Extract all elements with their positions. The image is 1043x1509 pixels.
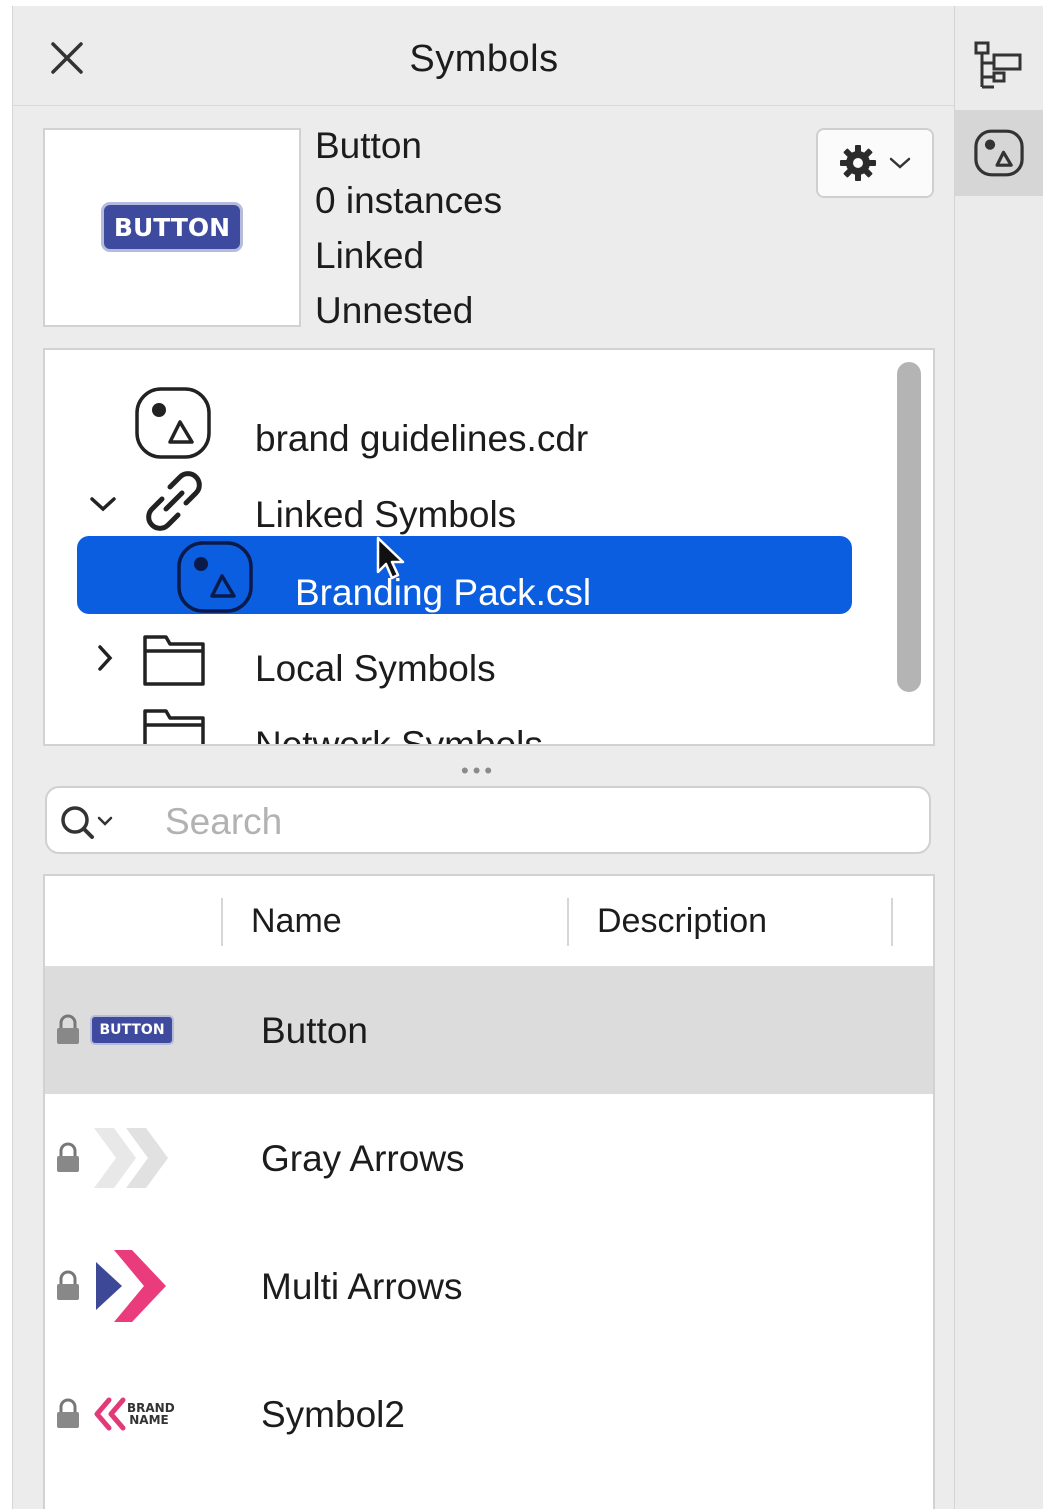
chevron-down-icon[interactable] (85, 486, 121, 522)
list-header: Name Description (45, 876, 933, 966)
tree-item-label[interactable]: Network Symbols (255, 724, 543, 744)
row-name: Gray Arrows (261, 1138, 465, 1179)
list-item[interactable]: BUTTON Button (45, 966, 933, 1094)
symbol-preview: BUTTON (43, 128, 301, 327)
symbols-docker-button[interactable] (955, 110, 1043, 196)
chevron-down-icon (889, 157, 911, 169)
link-status: Linked (315, 235, 425, 276)
folder-icon (141, 704, 207, 744)
column-header-name[interactable]: Name (251, 902, 342, 941)
chevron-right-icon[interactable] (93, 640, 117, 676)
objects-docker-button[interactable] (955, 26, 1043, 106)
list-item[interactable]: Gray Arrows (45, 1094, 933, 1222)
resize-handle[interactable]: ••• (461, 758, 496, 784)
panel-title: Symbols (409, 38, 559, 80)
tree-item-label[interactable]: Local Symbols (255, 648, 496, 690)
symbols-panel: Symbols BUTTON Button 0 instances Linked… (12, 6, 955, 1509)
list-item[interactable]: Multi Arrows (45, 1222, 933, 1350)
nesting-status: Unnested (315, 290, 474, 331)
list-item[interactable]: BRAND NAME Symbol2 (45, 1350, 933, 1478)
library-tree[interactable]: brand guidelines.cdr Linked Symbols Bran… (43, 348, 935, 746)
chevron-left-logo-icon (94, 1397, 126, 1431)
symbol-icon (974, 129, 1024, 177)
search-input[interactable]: Search (165, 801, 282, 843)
link-icon (139, 468, 209, 534)
search-field[interactable]: Search (45, 786, 931, 854)
options-button[interactable] (816, 128, 934, 198)
row-name: Symbol2 (261, 1394, 405, 1435)
tree-item-label[interactable]: Linked Symbols (255, 494, 516, 536)
multi-arrows-thumb (89, 1250, 175, 1322)
hierarchy-icon (974, 41, 1022, 89)
tree-scrollbar[interactable] (897, 362, 921, 692)
column-divider[interactable] (221, 898, 223, 946)
row-name: Button (261, 1010, 368, 1051)
column-header-description[interactable]: Description (597, 902, 767, 941)
side-dock-strip (954, 6, 1043, 1509)
folder-icon (141, 630, 207, 688)
symbol-list: Name Description BUTTON Button Gray Arro… (43, 874, 935, 1509)
panel-header: Symbols (13, 6, 955, 106)
symbol-file-icon (175, 540, 255, 614)
symbol2-thumb: BRAND NAME (89, 1378, 175, 1450)
tree-item-label[interactable]: brand guidelines.cdr (255, 418, 588, 460)
button-thumbnail: BUTTON (101, 202, 243, 252)
lock-icon (57, 1142, 79, 1172)
gray-arrows-thumb (89, 1122, 175, 1194)
lock-icon (57, 1398, 79, 1428)
lock-icon (57, 1270, 79, 1300)
column-divider[interactable] (891, 898, 893, 946)
window-edge (0, 0, 12, 1509)
button-thumb: BUTTON (89, 994, 175, 1066)
search-icon[interactable] (59, 800, 119, 844)
symbol-name: Button (315, 125, 422, 166)
gear-icon (840, 145, 876, 181)
button-thumb-label: BUTTON (90, 1015, 174, 1045)
instance-count: 0 instances (315, 180, 503, 221)
symbol-file-icon (133, 386, 213, 460)
lock-icon (57, 1014, 79, 1044)
column-divider[interactable] (567, 898, 569, 946)
mouse-cursor-icon (376, 536, 405, 580)
symbol2-thumb-label: BRAND NAME (127, 1401, 175, 1427)
tree-item-label[interactable]: Branding Pack.csl (295, 572, 591, 614)
row-name: Multi Arrows (261, 1266, 463, 1307)
